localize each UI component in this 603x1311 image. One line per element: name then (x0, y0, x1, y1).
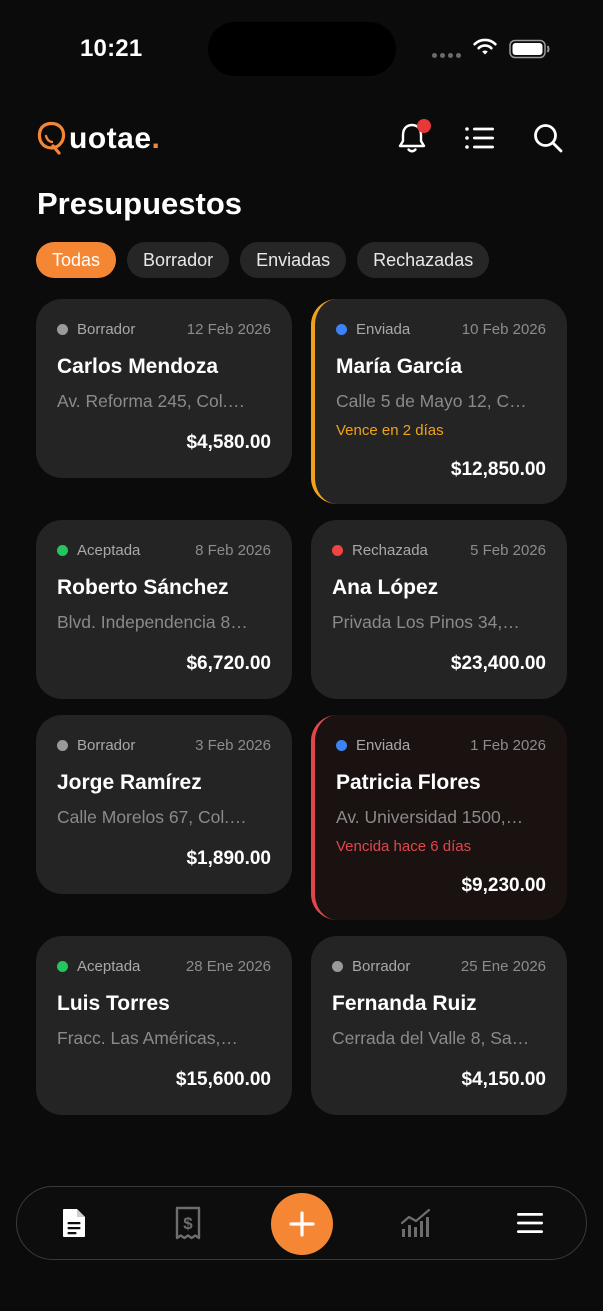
client-name: Fernanda Ruiz (332, 992, 477, 1015)
status-dot (332, 545, 343, 556)
quote-card[interactable]: Aceptada 8 Feb 2026 Roberto Sánchez Blvd… (36, 520, 292, 699)
filter-chip-borrador[interactable]: Borrador (127, 242, 230, 278)
status-label: Rechazada (332, 542, 428, 559)
client-address: Blvd. Independencia 8… (57, 612, 248, 632)
app-header: uotae. (0, 110, 603, 166)
filter-chips: Todas Borrador Enviadas Rechazadas (36, 242, 490, 278)
quote-card[interactable]: Borrador 12 Feb 2026 Carlos Mendoza Av. … (36, 299, 292, 478)
client-address: Calle Morelos 67, Col.… (57, 807, 247, 827)
quote-card[interactable]: Rechazada 5 Feb 2026 Ana López Privada L… (311, 520, 567, 699)
add-quote-button[interactable] (271, 1193, 333, 1255)
battery-icon (509, 39, 550, 59)
client-name: Luis Torres (57, 992, 170, 1015)
quote-date: 3 Feb 2026 (195, 737, 271, 754)
svg-text:$: $ (183, 1214, 193, 1233)
chart-icon (400, 1208, 431, 1237)
client-name: María García (336, 355, 463, 378)
client-address: Av. Universidad 1500,… (336, 807, 524, 827)
quote-date: 1 Feb 2026 (470, 737, 546, 754)
quote-amount: $12,850.00 (450, 459, 546, 480)
quote-date: 8 Feb 2026 (195, 542, 271, 559)
client-name: Patricia Flores (336, 771, 481, 794)
app-logo: uotae. (36, 116, 160, 156)
status-dot (332, 961, 343, 972)
logo-q-icon (37, 121, 66, 155)
nav-quotes[interactable] (44, 1187, 104, 1259)
nav-reports[interactable] (386, 1187, 446, 1259)
page-title: Presupuestos (37, 186, 243, 221)
notifications-button[interactable] (392, 118, 432, 158)
quote-card[interactable]: Borrador 3 Feb 2026 Jorge Ramírez Calle … (36, 715, 292, 894)
quote-date: 28 Ene 2026 (185, 958, 271, 975)
receipt-icon: $ (175, 1206, 201, 1240)
nav-menu[interactable] (500, 1187, 560, 1259)
status-label: Aceptada (57, 958, 140, 975)
quote-amount: $15,600.00 (175, 1069, 271, 1090)
logo-text: uotae (69, 122, 152, 155)
quote-card[interactable]: Borrador 25 Ene 2026 Fernanda Ruiz Cerra… (311, 936, 567, 1115)
status-dot (57, 324, 68, 335)
status-dot (57, 740, 68, 751)
bottom-nav: $ (16, 1186, 587, 1260)
quote-card[interactable]: Enviada 1 Feb 2026 Patricia Flores Av. U… (311, 715, 567, 920)
search-icon (534, 124, 563, 153)
quote-amount: $23,400.00 (450, 653, 546, 674)
client-address: Fracc. Las Américas,… (57, 1028, 238, 1048)
due-warning: Vence en 2 días (336, 422, 444, 439)
quote-card[interactable]: Aceptada 28 Ene 2026 Luis Torres Fracc. … (36, 936, 292, 1115)
dynamic-island (208, 22, 396, 76)
status-label: Borrador (57, 737, 135, 754)
status-dot (57, 545, 68, 556)
notification-badge (417, 119, 431, 133)
list-view-button[interactable] (460, 118, 500, 158)
quote-amount: $4,150.00 (461, 1069, 546, 1090)
list-icon (465, 127, 494, 149)
status-bar: 10:21 (0, 0, 603, 100)
quote-amount: $6,720.00 (186, 653, 271, 674)
plus-icon (289, 1211, 315, 1237)
client-name: Ana López (332, 576, 439, 599)
client-name: Roberto Sánchez (57, 576, 229, 599)
status-label: Borrador (57, 321, 135, 338)
client-name: Carlos Mendoza (57, 355, 219, 378)
logo-dot: . (151, 122, 160, 155)
client-name: Jorge Ramírez (57, 771, 202, 794)
quote-card[interactable]: Enviada 10 Feb 2026 María García Calle 5… (311, 299, 567, 504)
menu-icon (517, 1213, 543, 1233)
client-address: Privada Los Pinos 34,… (332, 612, 520, 632)
client-address: Av. Reforma 245, Col.… (57, 391, 246, 411)
client-address: Cerrada del Valle 8, Sa… (332, 1028, 530, 1048)
quote-amount: $4,580.00 (186, 432, 271, 453)
filter-chip-todas[interactable]: Todas (36, 242, 117, 278)
client-address: Calle 5 de Mayo 12, C… (336, 391, 527, 411)
search-button[interactable] (528, 118, 568, 158)
status-dot (57, 961, 68, 972)
status-label: Aceptada (57, 542, 140, 559)
quote-date: 12 Feb 2026 (186, 321, 271, 338)
quote-date: 5 Feb 2026 (470, 542, 546, 559)
status-label: Borrador (332, 958, 410, 975)
status-time: 10:21 (80, 35, 143, 62)
quote-date: 10 Feb 2026 (461, 321, 546, 338)
overdue-warning: Vencida hace 6 días (336, 838, 472, 855)
filter-chip-enviadas[interactable]: Enviadas (240, 242, 347, 278)
status-label: Enviada (336, 321, 410, 338)
document-icon (63, 1209, 85, 1237)
wifi-icon (473, 38, 497, 55)
status-dot (336, 740, 347, 751)
status-dot (336, 324, 347, 335)
quote-amount: $9,230.00 (461, 875, 546, 896)
quote-date: 25 Ene 2026 (460, 958, 546, 975)
filter-chip-rechazadas[interactable]: Rechazadas (357, 242, 490, 278)
signal-icon (432, 53, 461, 58)
nav-invoices[interactable]: $ (158, 1187, 218, 1259)
quote-amount: $1,890.00 (186, 848, 271, 869)
status-label: Enviada (336, 737, 410, 754)
